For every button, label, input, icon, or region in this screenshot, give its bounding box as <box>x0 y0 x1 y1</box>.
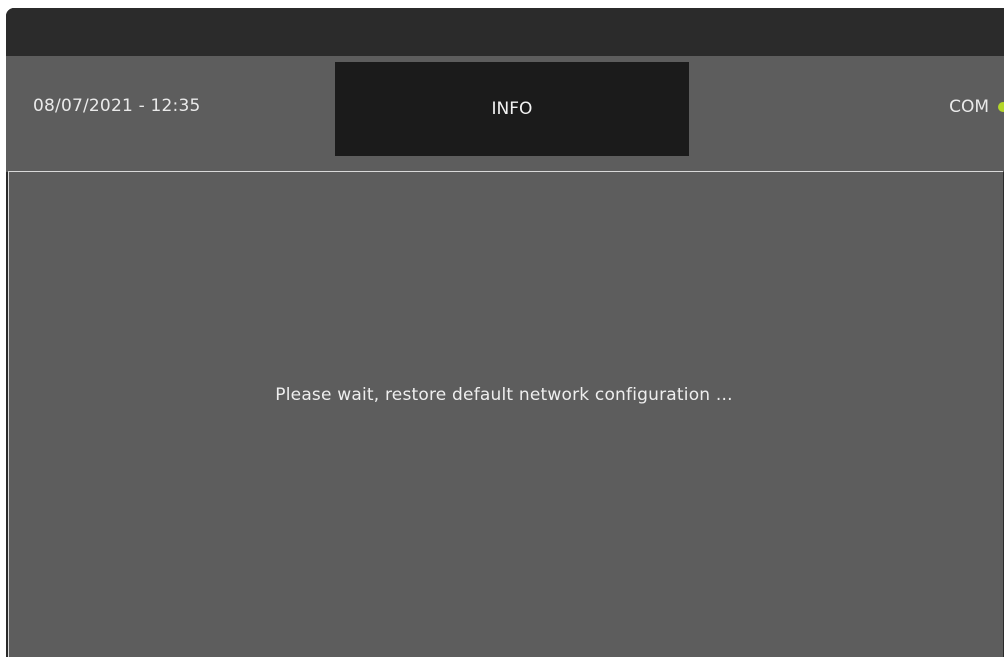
datetime-display: 08/07/2021 - 12:35 <box>33 96 201 116</box>
status-message: Please wait, restore default network con… <box>275 385 733 405</box>
com-status-dot-icon <box>998 102 1004 112</box>
com-status-indicator: COM <box>949 96 1004 118</box>
page-title: INFO <box>491 99 533 119</box>
status-header: 08/07/2021 - 12:35 INFO COM <box>6 56 1004 172</box>
title-panel: INFO <box>335 62 689 156</box>
info-content-panel: Please wait, restore default network con… <box>8 171 1003 657</box>
com-label: COM <box>949 97 989 117</box>
top-bezel <box>6 8 1004 56</box>
device-screen: 08/07/2021 - 12:35 INFO COM Please wait,… <box>6 8 1004 657</box>
